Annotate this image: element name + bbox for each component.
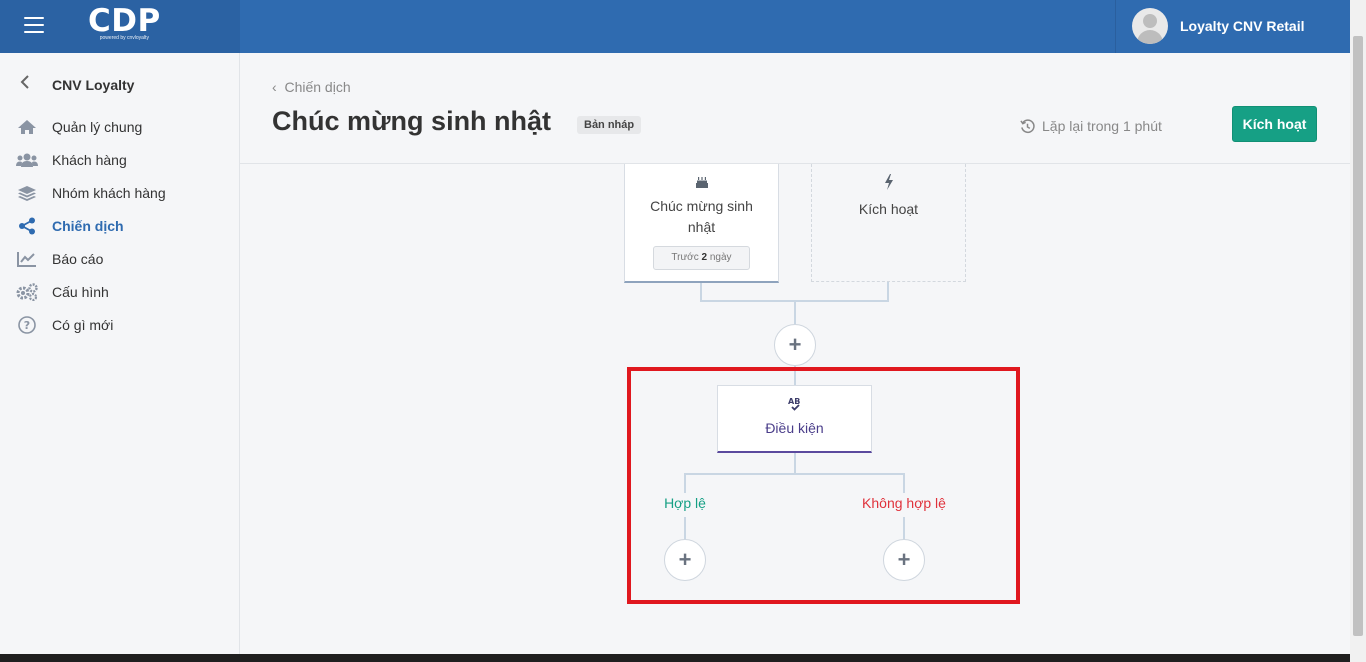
sidebar-item-cau-hinh[interactable]: Cấu hình — [16, 281, 109, 303]
history-icon — [1020, 118, 1035, 133]
trigger-tag: Trước 2 ngày — [653, 246, 750, 270]
user-name: Loyalty CNV Retail — [1180, 18, 1305, 34]
page-header: ‹ Chiến dịch Chúc mừng sinh nhật Bản nhá… — [240, 53, 1350, 164]
repeat-setting[interactable]: Lặp lại trong 1 phút — [1020, 118, 1162, 134]
connector — [887, 282, 889, 301]
breadcrumb-link[interactable]: Chiến dịch — [284, 79, 350, 95]
top-bar: CDP powered by cnvloyalty Loyalty CNV Re… — [0, 0, 1350, 53]
page-title: Chúc mừng sinh nhật — [272, 106, 552, 136]
help-icon: ? — [16, 316, 38, 334]
action-label: Kích hoạt — [858, 201, 919, 217]
trigger-label: Chúc mừng sinh nhật — [650, 198, 753, 235]
bolt-icon — [812, 174, 965, 195]
status-badge: Bản nháp — [577, 116, 642, 134]
home-icon — [16, 118, 38, 136]
highlight-box — [627, 367, 1020, 604]
chevron-left-icon[interactable] — [20, 75, 42, 94]
chart-icon — [16, 250, 38, 268]
logo[interactable]: CDP powered by cnvloyalty — [88, 3, 161, 41]
connector — [794, 300, 796, 324]
sidebar-item-nhom-khach-hang[interactable]: Nhóm khách hàng — [16, 182, 166, 204]
layers-icon — [16, 184, 38, 202]
sidebar-item-co-gi-moi[interactable]: ? Có gì mới — [16, 314, 113, 336]
bottom-edge — [0, 654, 1350, 662]
user-menu[interactable]: Loyalty CNV Retail — [1115, 0, 1350, 53]
sidebar: CNV Loyalty Quản lý chung Khách hàng Nhó… — [0, 53, 240, 654]
avatar — [1132, 8, 1168, 44]
chevron-left-icon: ‹ — [272, 79, 277, 95]
users-icon — [16, 151, 38, 169]
cake-icon — [625, 175, 778, 194]
breadcrumb[interactable]: ‹ Chiến dịch — [272, 79, 351, 95]
trigger-node[interactable]: Chúc mừng sinh nhật Trước 2 ngày — [624, 164, 779, 283]
share-icon — [16, 217, 38, 235]
add-step-button[interactable]: + — [774, 324, 816, 366]
sidebar-item-quan-ly-chung[interactable]: Quản lý chung — [16, 116, 142, 138]
activate-button[interactable]: Kích hoạt — [1232, 106, 1317, 142]
scrollbar[interactable] — [1350, 0, 1366, 662]
gears-icon — [16, 283, 38, 301]
svg-text:?: ? — [24, 319, 30, 332]
menu-icon[interactable] — [24, 17, 44, 33]
sidebar-item-chien-dich[interactable]: Chiến dịch — [16, 215, 124, 237]
sidebar-item-khach-hang[interactable]: Khách hàng — [16, 149, 127, 171]
brand-area: CDP powered by cnvloyalty — [0, 0, 240, 53]
connector — [700, 283, 702, 301]
repeat-text: Lặp lại trong 1 phút — [1042, 118, 1162, 134]
sidebar-item-bao-cao[interactable]: Báo cáo — [16, 248, 103, 270]
action-node[interactable]: Kích hoạt — [811, 164, 966, 282]
scrollbar-thumb[interactable] — [1353, 36, 1363, 636]
sidebar-header: CNV Loyalty — [20, 75, 134, 94]
sidebar-title: CNV Loyalty — [52, 76, 135, 93]
